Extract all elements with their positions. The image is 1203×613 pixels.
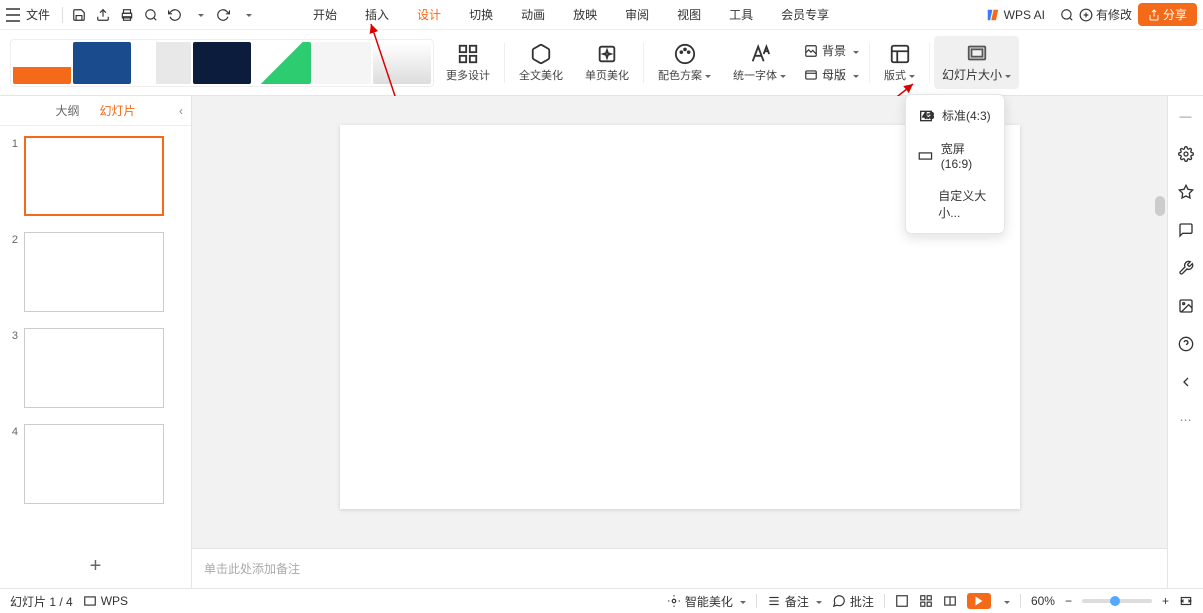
tab-insert[interactable]: 插入	[351, 0, 403, 30]
rail-image-icon[interactable]	[1176, 296, 1196, 316]
size-standard-option[interactable]: 4:3 标准(4:3)	[906, 99, 1004, 132]
slide-thumb-3[interactable]	[24, 328, 164, 408]
rail-chat-icon[interactable]	[1176, 220, 1196, 240]
thumb-num-3: 3	[8, 328, 18, 342]
slide-size-button[interactable]: 幻灯片大小	[934, 36, 1019, 89]
wps-ai-button[interactable]: WPS AI	[986, 8, 1045, 22]
hamburger-icon[interactable]	[6, 8, 20, 22]
notes-toggle[interactable]: 备注	[767, 593, 822, 610]
smart-beautify-button[interactable]: 智能美化	[667, 593, 746, 610]
tab-start[interactable]: 开始	[299, 0, 351, 30]
add-slide-button[interactable]: +	[0, 545, 191, 588]
tab-design[interactable]: 设计	[403, 0, 455, 30]
undo-icon[interactable]	[164, 4, 186, 26]
view-reading-icon[interactable]	[943, 594, 957, 608]
play-dropdown[interactable]	[1001, 594, 1010, 608]
slide-thumb-1[interactable]	[24, 136, 164, 216]
zoom-label: 60%	[1031, 594, 1055, 608]
redo-icon[interactable]	[212, 4, 234, 26]
comments-toggle[interactable]: 批注	[832, 593, 874, 610]
undo-dropdown[interactable]	[188, 4, 210, 26]
zoom-slider[interactable]	[1082, 599, 1152, 603]
rail-minus-icon[interactable]: —	[1176, 106, 1196, 126]
more-designs-button[interactable]: 更多设计	[436, 35, 500, 91]
theme-gallery[interactable]	[10, 39, 434, 87]
tab-transition[interactable]: 切换	[455, 0, 507, 30]
color-scheme-button[interactable]: 配色方案	[648, 35, 721, 91]
rail-settings-icon[interactable]	[1176, 144, 1196, 164]
layout-button[interactable]: 版式	[874, 35, 925, 91]
zoom-in-button[interactable]: +	[1162, 594, 1169, 608]
wps-status[interactable]: WPS	[83, 594, 128, 608]
thumb-num-1: 1	[8, 136, 18, 150]
layout-icon	[889, 43, 911, 65]
background-button[interactable]: 背景	[804, 40, 859, 62]
tab-view[interactable]: 视图	[663, 0, 715, 30]
cube-icon	[530, 43, 552, 65]
font-icon	[749, 43, 771, 65]
share-button[interactable]: 分享	[1138, 3, 1197, 26]
close-panel-icon[interactable]: ‹	[179, 104, 183, 118]
thumb-num-4: 4	[8, 424, 18, 438]
rail-help-icon[interactable]	[1176, 334, 1196, 354]
save-icon[interactable]	[68, 4, 90, 26]
scrollbar-v[interactable]	[1155, 196, 1165, 216]
view-sorter-icon[interactable]	[919, 594, 933, 608]
rail-more-icon[interactable]: ⋯	[1176, 410, 1196, 430]
print-icon[interactable]	[116, 4, 138, 26]
play-slideshow-button[interactable]	[967, 593, 991, 609]
rail-collapse-icon[interactable]	[1176, 372, 1196, 392]
fit-window-icon[interactable]	[1179, 594, 1193, 608]
slide-thumb-2[interactable]	[24, 232, 164, 312]
svg-text:4:3: 4:3	[923, 111, 934, 120]
grid-icon	[457, 43, 479, 65]
full-beautify-button[interactable]: 全文美化	[509, 35, 573, 91]
notes-input[interactable]: 单击此处添加备注	[192, 548, 1167, 588]
page-beautify-button[interactable]: 单页美化	[575, 35, 639, 91]
file-menu[interactable]: 文件	[26, 6, 50, 23]
more-qa-dropdown[interactable]	[236, 4, 258, 26]
slide-thumb-4[interactable]	[24, 424, 164, 504]
size-custom-option[interactable]: 自定义大小...	[906, 179, 1004, 229]
tab-tools[interactable]: 工具	[715, 0, 767, 30]
slides-tab[interactable]: 幻灯片	[100, 102, 136, 119]
search-icon[interactable]	[1056, 4, 1078, 26]
slide-size-icon	[966, 42, 988, 64]
master-button[interactable]: 母版	[804, 64, 859, 86]
tab-animation[interactable]: 动画	[507, 0, 559, 30]
zoom-out-button[interactable]: −	[1065, 594, 1072, 608]
outline-tab[interactable]: 大纲	[55, 102, 79, 119]
preview-icon[interactable]	[140, 4, 162, 26]
tab-review[interactable]: 审阅	[611, 0, 663, 30]
modified-badge[interactable]: 有修改	[1079, 6, 1132, 23]
unify-font-button[interactable]: 统一字体	[723, 35, 796, 91]
thumb-num-2: 2	[8, 232, 18, 246]
slide-counter: 幻灯片 1 / 4	[10, 593, 73, 610]
size-wide-option[interactable]: 宽屏(16:9)	[906, 132, 1004, 179]
slide-size-dropdown: 4:3 标准(4:3) 宽屏(16:9) 自定义大小...	[905, 94, 1005, 234]
page-sparkle-icon	[596, 43, 618, 65]
tab-member[interactable]: 会员专享	[767, 0, 843, 30]
rail-tools-icon[interactable]	[1176, 258, 1196, 278]
rail-star-icon[interactable]	[1176, 182, 1196, 202]
tab-slideshow[interactable]: 放映	[559, 0, 611, 30]
view-normal-icon[interactable]	[895, 594, 909, 608]
palette-icon	[674, 43, 696, 65]
export-icon[interactable]	[92, 4, 114, 26]
